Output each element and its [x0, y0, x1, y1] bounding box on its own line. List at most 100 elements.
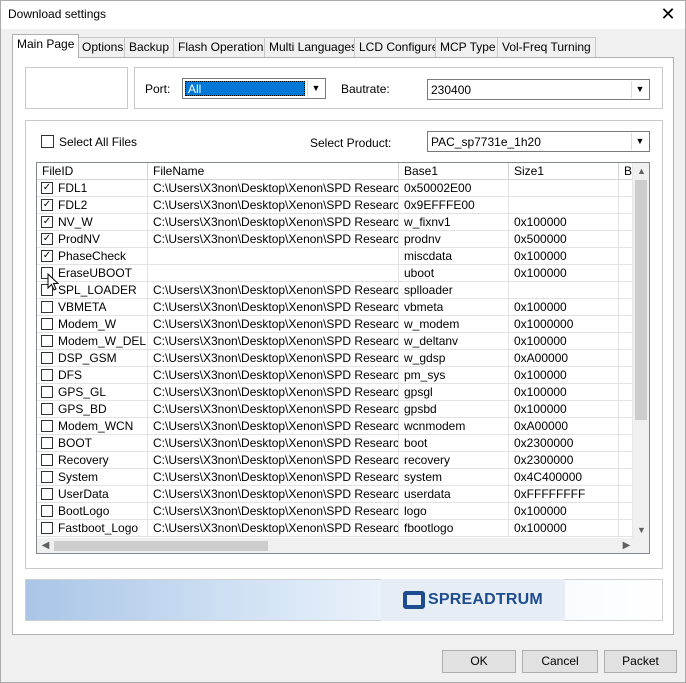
table-row[interactable]: DSP_GSM C:\Users\X3non\Desktop\Xenon\SPD …	[37, 350, 637, 367]
scroll-right-icon[interactable]: ▶	[618, 538, 635, 553]
table-row[interactable]: BOOT C:\Users\X3non\Desktop\Xenon\SPD Res…	[37, 435, 637, 452]
row-checkbox[interactable]: ✓	[41, 199, 53, 211]
scroll-thumb-horizontal[interactable]	[54, 541, 268, 551]
cell-base1: prodnv	[399, 231, 509, 248]
cell-filename: C:\Users\X3non\Desktop\Xenon\SPD Researc…	[148, 316, 399, 333]
table-row[interactable]: Modem_WCN C:\Users\X3non\Desktop\Xenon\SP…	[37, 418, 637, 435]
table-row[interactable]: UserData C:\Users\X3non\Desktop\Xenon\SPD…	[37, 486, 637, 503]
cell-filename: C:\Users\X3non\Desktop\Xenon\SPD Researc…	[148, 520, 399, 537]
fileid-text: Modem_W	[58, 317, 117, 331]
cell-fileid: GPS_GL	[37, 384, 148, 401]
tab-main-page[interactable]: Main Page	[12, 34, 80, 58]
product-select[interactable]: PAC_sp7731e_1h20 ▼	[427, 131, 650, 152]
row-checkbox[interactable]	[41, 454, 53, 466]
row-checkbox[interactable]	[41, 318, 53, 330]
cell-base1: recovery	[399, 452, 509, 469]
cell-fileid: BootLogo	[37, 503, 148, 520]
cancel-button[interactable]: Cancel	[522, 650, 598, 673]
table-row[interactable]: GPS_GL C:\Users\X3non\Desktop\Xenon\SPD R…	[37, 384, 637, 401]
chevron-down-icon[interactable]: ▼	[307, 80, 324, 97]
cell-base1: wcnmodem	[399, 418, 509, 435]
tab-vol-freq-turning[interactable]: Vol-Freq Turning	[497, 37, 596, 57]
table-row[interactable]: EraseUBOOT uboot 0x100000	[37, 265, 637, 282]
table-row[interactable]: GPS_BD C:\Users\X3non\Desktop\Xenon\SPD R…	[37, 401, 637, 418]
column-header-base1[interactable]: Base1	[399, 163, 509, 180]
scroll-up-icon[interactable]: ▲	[633, 163, 649, 180]
table-row[interactable]: ✓ FDL2 C:\Users\X3non\Desktop\Xenon\SPD Re…	[37, 197, 637, 214]
port-value: All	[185, 81, 305, 96]
cell-size1: 0x500000	[509, 231, 619, 248]
row-checkbox[interactable]	[41, 488, 53, 500]
scroll-thumb[interactable]	[635, 180, 647, 420]
select-all-checkbox[interactable]	[41, 135, 54, 148]
row-checkbox[interactable]	[41, 522, 53, 534]
row-checkbox[interactable]	[41, 301, 53, 313]
row-checkbox[interactable]: ✓	[41, 250, 53, 262]
chevron-down-icon[interactable]: ▼	[631, 133, 648, 150]
table-row[interactable]: Fastboot_Logo C:\Users\X3non\Desktop\Xeno…	[37, 520, 637, 537]
table-row[interactable]: Modem_W_DEL... C:\Users\X3non\Desktop\Xen…	[37, 333, 637, 350]
table-row[interactable]: ✓ FDL1 C:\Users\X3non\Desktop\Xenon\SPD Re…	[37, 180, 637, 197]
tab-mcp-type[interactable]: MCP Type	[435, 37, 501, 57]
fileid-text: Modem_WCN	[58, 419, 134, 433]
table-row[interactable]: System C:\Users\X3non\Desktop\Xenon\SPD R…	[37, 469, 637, 486]
tab-lcd-configure[interactable]: LCD Configure	[354, 37, 444, 57]
row-checkbox[interactable]	[41, 335, 53, 347]
packet-button[interactable]: Packet	[604, 650, 677, 673]
row-checkbox[interactable]	[41, 420, 53, 432]
column-header-size1[interactable]: Size1	[509, 163, 619, 180]
chevron-down-icon[interactable]: ▼	[631, 81, 648, 98]
tab-flash-operations[interactable]: Flash Operations	[173, 37, 275, 57]
vertical-scrollbar[interactable]: ▲ ▼	[632, 163, 649, 539]
row-checkbox[interactable]: ✓	[41, 216, 53, 228]
fileid-text: DFS	[58, 368, 82, 382]
horizontal-scrollbar[interactable]: ◀ ▶	[37, 538, 649, 553]
tab-options[interactable]: Options	[77, 37, 129, 57]
file-list-grid[interactable]: FileID FileName Base1 Size1 Ba ✓ FDL1 C:\U…	[36, 162, 650, 554]
row-checkbox[interactable]	[41, 369, 53, 381]
tab-backup[interactable]: Backup	[124, 37, 175, 57]
table-row[interactable]: ✓ NV_W C:\Users\X3non\Desktop\Xenon\SPD Re…	[37, 214, 637, 231]
column-header-filename[interactable]: FileName	[148, 163, 399, 180]
close-button[interactable]: ✕	[651, 1, 685, 29]
select-product-label: Select Product:	[310, 136, 392, 150]
row-checkbox[interactable]: ✓	[41, 182, 53, 194]
cell-size1: 0x2300000	[509, 452, 619, 469]
cell-base1: w_modem	[399, 316, 509, 333]
fileid-text: Modem_W_DEL...	[58, 334, 148, 348]
table-row[interactable]: Recovery C:\Users\X3non\Desktop\Xenon\SPD…	[37, 452, 637, 469]
table-row[interactable]: ✓ ProdNV C:\Users\X3non\Desktop\Xenon\SPD …	[37, 231, 637, 248]
fileid-text: VBMETA	[58, 300, 107, 314]
row-checkbox[interactable]	[41, 403, 53, 415]
row-checkbox[interactable]	[41, 437, 53, 449]
table-row[interactable]: Modem_W C:\Users\X3non\Desktop\Xenon\SPD …	[37, 316, 637, 333]
row-checkbox[interactable]	[41, 386, 53, 398]
table-row[interactable]: BootLogo C:\Users\X3non\Desktop\Xenon\SPD…	[37, 503, 637, 520]
tab-multi-languages[interactable]: Multi Languages	[264, 37, 363, 57]
cell-base1: fbootlogo	[399, 520, 509, 537]
row-checkbox[interactable]: ✓	[41, 233, 53, 245]
cell-filename: C:\Users\X3non\Desktop\Xenon\SPD Researc…	[148, 452, 399, 469]
table-row[interactable]: VBMETA C:\Users\X3non\Desktop\Xenon\SPD R…	[37, 299, 637, 316]
fileid-text: EraseUBOOT	[58, 266, 133, 280]
row-checkbox[interactable]	[41, 352, 53, 364]
port-select[interactable]: All ▼	[182, 78, 326, 99]
table-row[interactable]: ✓ PhaseCheck miscdata 0x100000	[37, 248, 637, 265]
column-header-fileid[interactable]: FileID	[37, 163, 148, 180]
table-row[interactable]: DFS C:\Users\X3non\Desktop\Xenon\SPD Rese…	[37, 367, 637, 384]
fileid-text: DSP_GSM	[58, 351, 117, 365]
row-checkbox[interactable]	[41, 471, 53, 483]
scroll-down-icon[interactable]: ▼	[633, 522, 649, 539]
spreadtrum-logo-mark-icon	[403, 591, 426, 609]
cell-filename: C:\Users\X3non\Desktop\Xenon\SPD Researc…	[148, 401, 399, 418]
cell-size1: 0x100000	[509, 214, 619, 231]
baudrate-select[interactable]: 230400 ▼	[427, 79, 650, 100]
cell-size1: 0x2300000	[509, 435, 619, 452]
ok-button[interactable]: OK	[442, 650, 516, 673]
fileid-text: ProdNV	[58, 232, 101, 246]
scroll-left-icon[interactable]: ◀	[37, 538, 54, 553]
row-checkbox[interactable]	[41, 505, 53, 517]
title-bar: Download settings ✕	[1, 1, 685, 29]
cell-filename: C:\Users\X3non\Desktop\Xenon\SPD Researc…	[148, 469, 399, 486]
table-row[interactable]: SPL_LOADER C:\Users\X3non\Desktop\Xenon\S…	[37, 282, 637, 299]
